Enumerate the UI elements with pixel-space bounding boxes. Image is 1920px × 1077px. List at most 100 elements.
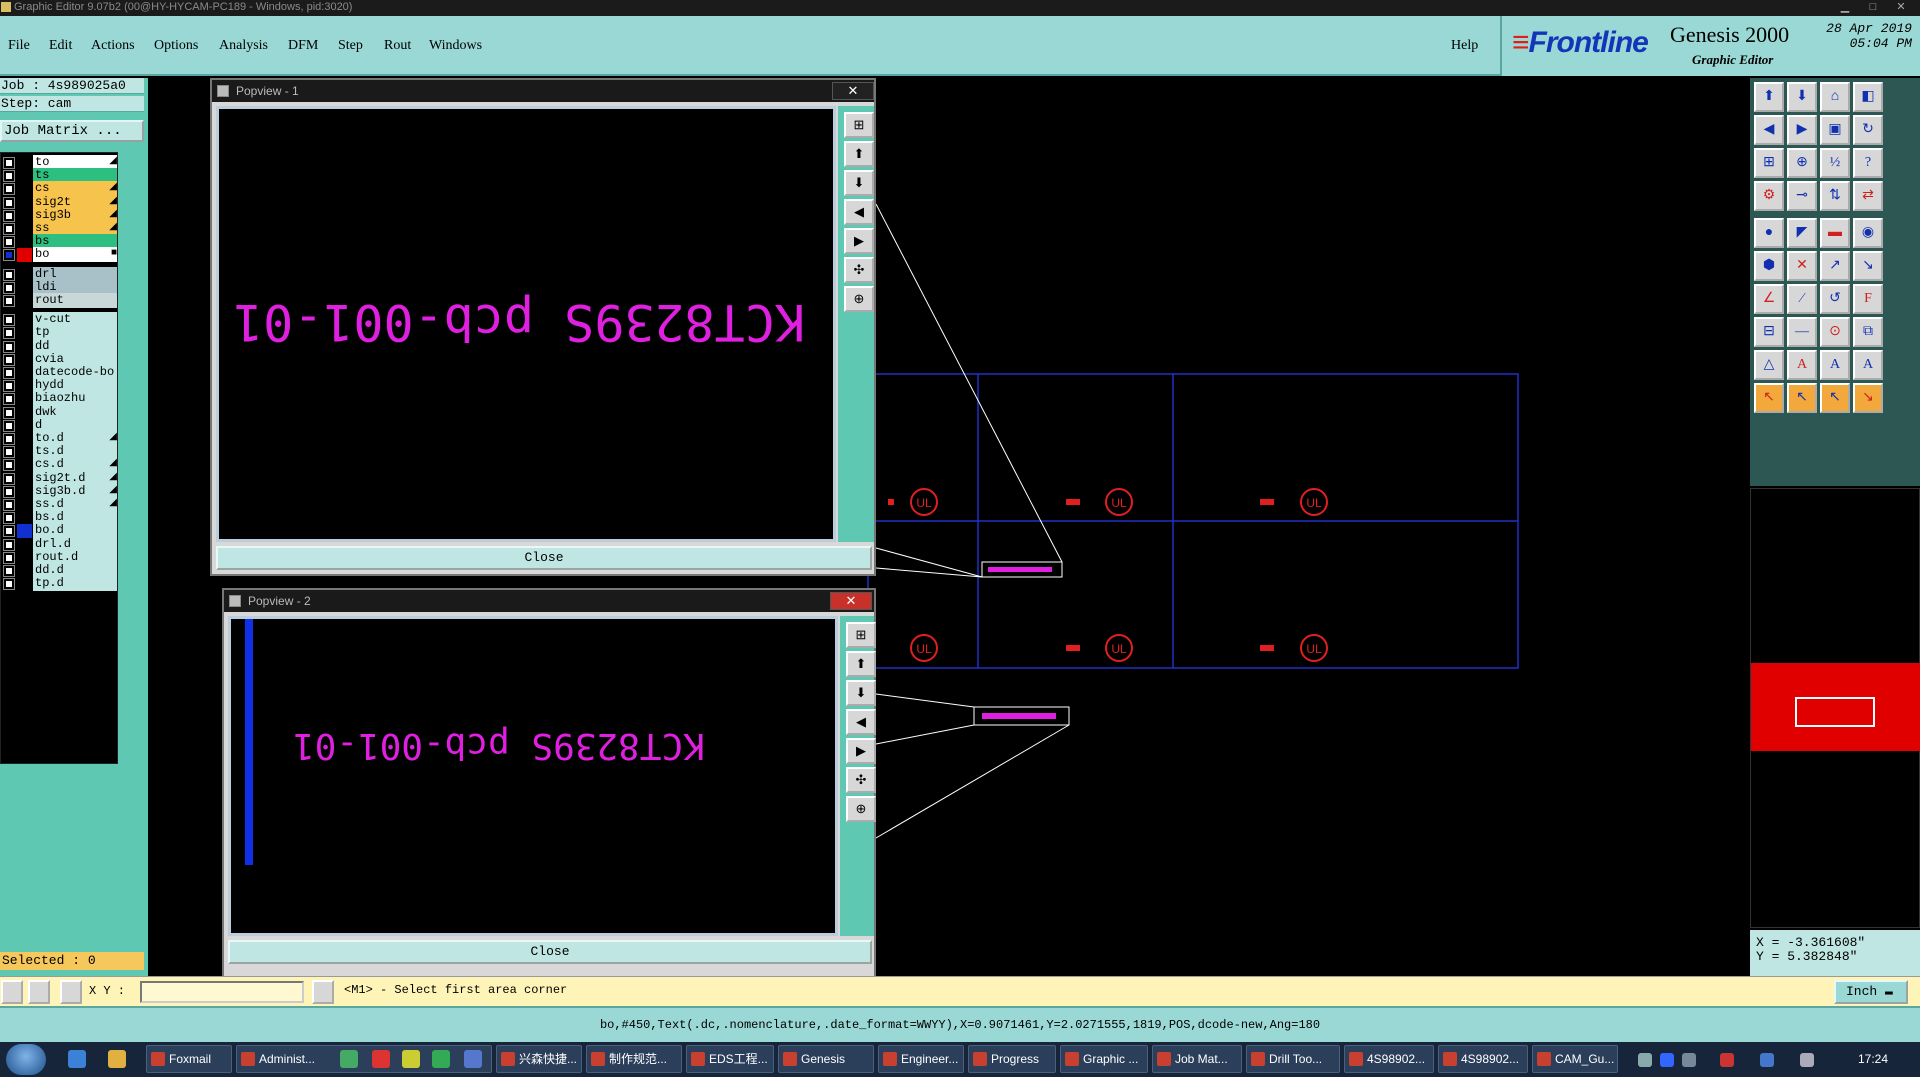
layer-checkbox[interactable] xyxy=(3,327,15,340)
menu-edit[interactable]: Edit xyxy=(49,38,72,54)
layer-row-rout[interactable]: rout xyxy=(1,293,119,309)
menu-dfm[interactable]: DFM xyxy=(288,38,318,54)
layer-checkbox[interactable] xyxy=(3,340,15,353)
help-icon[interactable]: ? xyxy=(1853,148,1883,178)
a3-icon[interactable]: A xyxy=(1853,350,1883,380)
layer-checkbox[interactable] xyxy=(3,499,15,511)
layer-checkbox[interactable] xyxy=(3,353,15,366)
taskbar-item[interactable]: 4S98902... xyxy=(1344,1045,1434,1073)
window-titlebar[interactable]: Graphic Editor 9.07b2 (00@HY-HYCAM-PC189… xyxy=(0,0,1920,16)
node-icon[interactable]: ⬢ xyxy=(1754,251,1784,281)
line-tool-icon[interactable]: ⊸ xyxy=(1787,181,1817,211)
layer-checkbox[interactable] xyxy=(3,314,15,327)
layer-checkbox[interactable] xyxy=(3,157,15,169)
menu-options[interactable]: Options xyxy=(154,38,198,54)
delta-icon[interactable]: △ xyxy=(1754,350,1784,380)
snap-tool-icon[interactable]: ⚙ xyxy=(1754,181,1784,211)
layer-checkbox[interactable] xyxy=(3,446,15,459)
taskbar-item[interactable]: Progress xyxy=(968,1045,1056,1073)
layer-name[interactable]: rout xyxy=(33,293,117,308)
layer-checkbox[interactable] xyxy=(3,578,15,591)
pan-up-icon[interactable]: ⬆ xyxy=(844,141,874,167)
select-icon[interactable]: ↖ xyxy=(1754,383,1784,413)
layer-checkbox[interactable] xyxy=(3,236,15,249)
dash-icon[interactable]: — xyxy=(1787,317,1817,347)
layer-checkbox[interactable] xyxy=(3,419,15,432)
layout-icon[interactable]: ◧ xyxy=(1853,82,1883,112)
antivirus-icon[interactable] xyxy=(1720,1053,1734,1067)
menu-windows[interactable]: Windows xyxy=(429,38,482,54)
layer-checkbox[interactable] xyxy=(3,393,15,406)
circle-icon[interactable]: ◉ xyxy=(1853,218,1883,248)
info-icon[interactable] xyxy=(312,980,334,1004)
grid-icon[interactable] xyxy=(60,980,82,1004)
zoom-in-icon[interactable]: ⊞ xyxy=(846,622,876,648)
layer-checkbox[interactable] xyxy=(3,525,15,538)
layer-checkbox[interactable] xyxy=(3,249,15,262)
move-icon[interactable]: ↘ xyxy=(1853,251,1883,281)
menu-step[interactable]: Step xyxy=(338,38,363,54)
cross-icon[interactable]: ✕ xyxy=(1787,251,1817,281)
shield-icon[interactable] xyxy=(1760,1053,1774,1067)
stretch-icon[interactable]: ⇅ xyxy=(1820,181,1850,211)
popview-2-titlebar[interactable]: Popview - 2 ✕ xyxy=(224,590,874,612)
arc-icon[interactable]: ↗ xyxy=(1820,251,1850,281)
layer-checkbox[interactable] xyxy=(3,551,15,564)
volume-icon[interactable] xyxy=(1800,1053,1814,1067)
select4-icon[interactable]: ↘ xyxy=(1853,383,1883,413)
xy-input[interactable] xyxy=(140,981,304,1003)
network-icon[interactable] xyxy=(1682,1053,1696,1067)
pan-left-icon[interactable]: ◀ xyxy=(846,709,876,735)
popview-1-view[interactable]: KCT8239S pcb-001-01 xyxy=(216,106,836,542)
curve-icon[interactable]: ↺ xyxy=(1820,284,1850,314)
pan-in-icon[interactable]: ▣ xyxy=(1820,115,1850,145)
pan-left-icon[interactable]: ◀ xyxy=(844,199,874,225)
zoom-in-icon[interactable]: ⊞ xyxy=(844,112,874,138)
minimize-icon[interactable]: ▁ xyxy=(1832,0,1858,14)
taskbar-item[interactable]: 制作规范... xyxy=(586,1045,682,1073)
fit-icon[interactable]: ✣ xyxy=(844,257,874,283)
copy-icon[interactable]: ⊟ xyxy=(1754,317,1784,347)
a2-icon[interactable]: A xyxy=(1820,350,1850,380)
pinned-app-icon[interactable] xyxy=(372,1050,390,1068)
taskbar-item[interactable]: 兴森快捷... xyxy=(496,1045,582,1073)
layer-name[interactable]: bo xyxy=(33,247,117,263)
group-icon[interactable]: ⧉ xyxy=(1853,317,1883,347)
fit-icon[interactable]: ⊞ xyxy=(1754,148,1784,178)
pinned-app-icon[interactable] xyxy=(340,1050,358,1068)
layer-checkbox[interactable] xyxy=(3,268,15,281)
job-matrix-button[interactable]: Job Matrix ... xyxy=(0,120,144,142)
layer-checkbox[interactable] xyxy=(3,433,15,445)
taskbar-item[interactable]: CAM_Gu... xyxy=(1532,1045,1618,1073)
maximize-icon[interactable]: □ xyxy=(1860,0,1886,14)
pinned-app-icon[interactable] xyxy=(464,1050,482,1068)
layer-checkbox[interactable] xyxy=(3,565,15,577)
center-icon[interactable]: ⊕ xyxy=(846,796,876,822)
clip-icon[interactable]: ◤ xyxy=(1787,218,1817,248)
layer-checkbox[interactable] xyxy=(3,295,15,307)
layer-row-tp-d[interactable]: tp.d xyxy=(1,576,119,592)
close-icon[interactable]: ✕ xyxy=(1888,0,1914,14)
layer-checkbox[interactable] xyxy=(3,380,15,393)
hole-icon[interactable]: ⊙ xyxy=(1820,317,1850,347)
taskbar-item[interactable]: Engineer... xyxy=(878,1045,964,1073)
layer-checkbox[interactable] xyxy=(3,209,15,222)
popview-2-close-icon[interactable]: ✕ xyxy=(830,592,872,610)
center-icon[interactable]: ⊕ xyxy=(844,286,874,312)
zoom-out-icon[interactable]: ⬇ xyxy=(1787,82,1817,112)
snap-icon[interactable] xyxy=(1,980,23,1004)
fit-icon[interactable]: ✣ xyxy=(846,767,876,793)
ie-icon[interactable] xyxy=(68,1050,86,1068)
unit-select[interactable]: Inch ▬ xyxy=(1834,980,1908,1004)
layer-row-bo[interactable]: bo ■ xyxy=(1,247,119,263)
pan-down-icon[interactable]: ⬇ xyxy=(846,680,876,706)
menu-analysis[interactable]: Analysis xyxy=(219,38,268,54)
help-tray-icon[interactable] xyxy=(1660,1053,1674,1067)
layer-checkbox[interactable] xyxy=(3,223,15,235)
menu-rout[interactable]: Rout xyxy=(384,38,411,54)
layer-checkbox[interactable] xyxy=(3,512,15,525)
navigator-view-rect[interactable] xyxy=(1795,697,1875,727)
layer-checkbox[interactable] xyxy=(3,170,15,183)
taskbar-item[interactable]: Drill Too... xyxy=(1246,1045,1340,1073)
angle-icon[interactable]: ∠ xyxy=(1754,284,1784,314)
